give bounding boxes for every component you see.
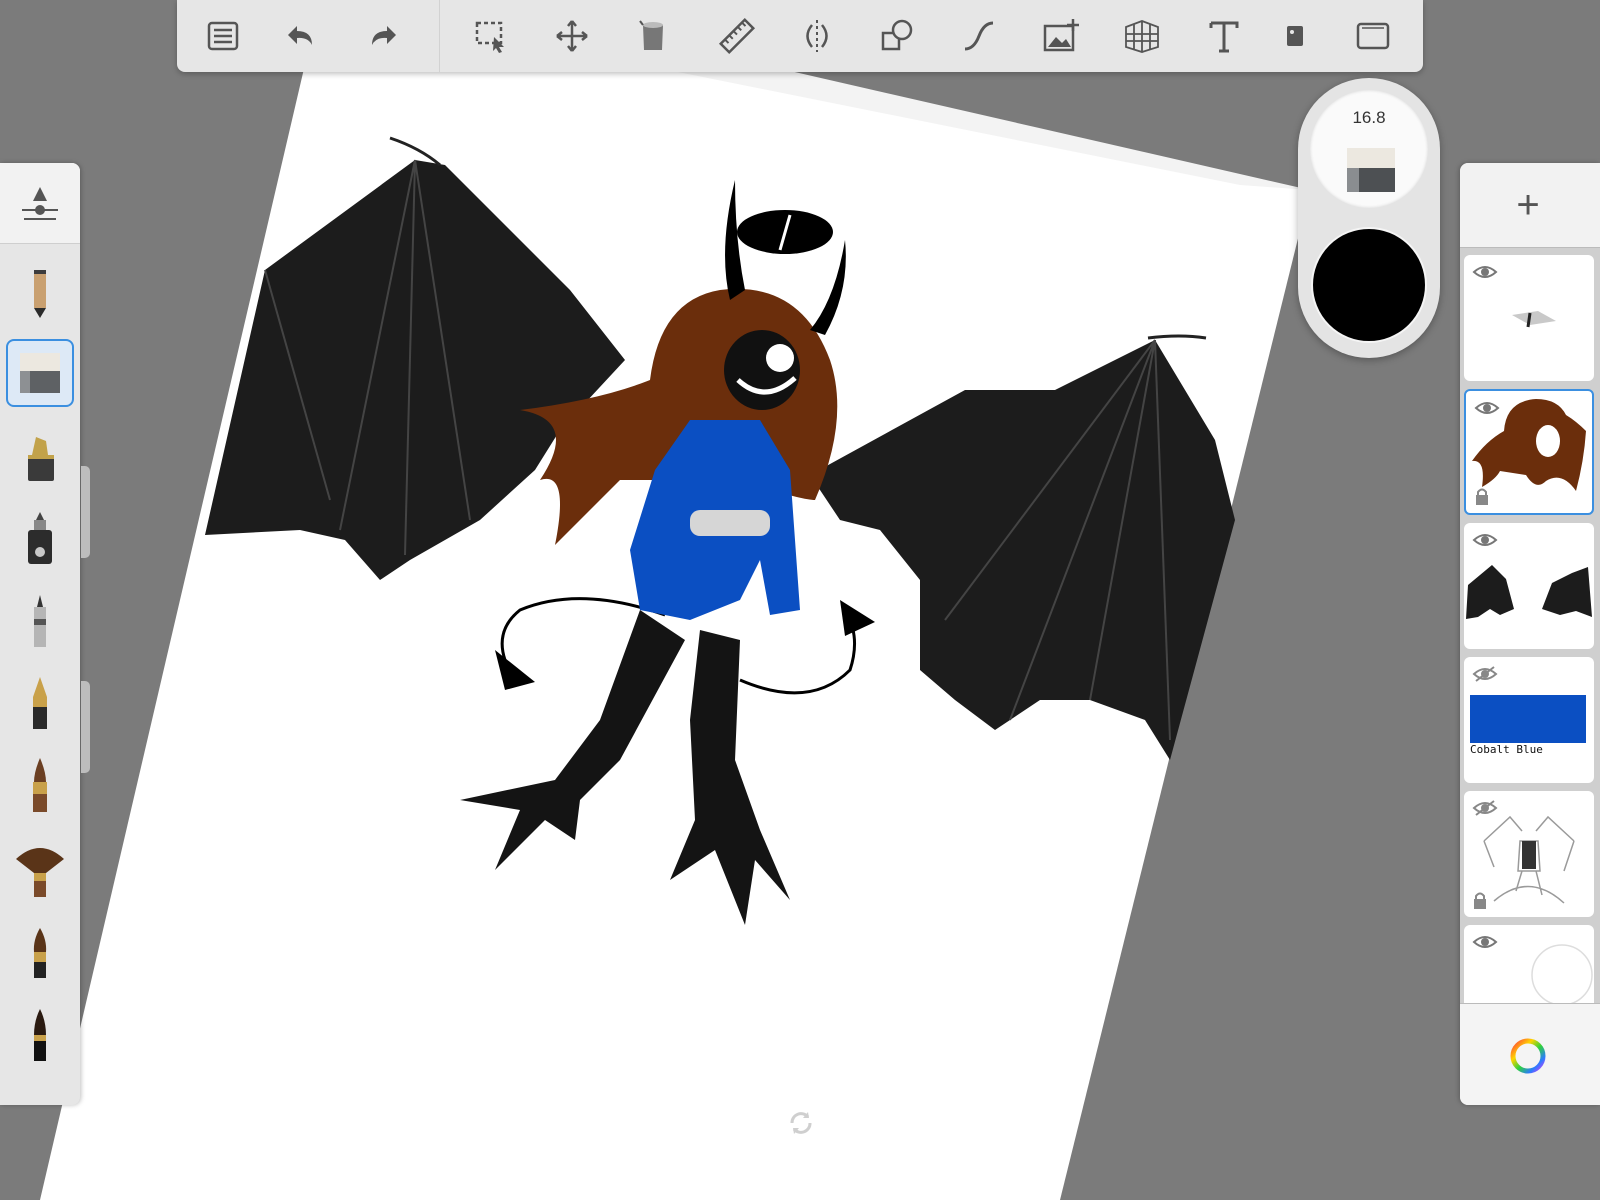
shapes-icon[interactable] [874, 12, 922, 60]
layers-panel: + Cobalt Blue [1460, 163, 1600, 1105]
ballpoint-brush-icon[interactable] [6, 587, 74, 655]
round-brush-icon[interactable] [6, 918, 74, 986]
sync-icon [790, 1112, 812, 1134]
text-icon[interactable] [1200, 12, 1248, 60]
top-toolbar [177, 0, 1423, 72]
palette-edge-handle[interactable] [81, 681, 90, 773]
color-wheel-icon[interactable] [1510, 1038, 1546, 1074]
ruler-icon[interactable] [713, 12, 761, 60]
eye-icon[interactable] [1472, 263, 1498, 281]
selection-icon[interactable] [467, 12, 515, 60]
fill-bucket-icon[interactable] [629, 12, 677, 60]
current-color-button[interactable] [1311, 227, 1427, 343]
eye-icon[interactable] [1474, 399, 1500, 417]
swatch-label: Cobalt Blue [1470, 743, 1543, 756]
eye-hidden-icon[interactable] [1472, 665, 1498, 683]
eye-icon[interactable] [1472, 933, 1498, 951]
fountain-pen-brush-icon[interactable] [6, 669, 74, 737]
fan-brush-icon[interactable] [6, 835, 74, 903]
pencil-brush-icon[interactable] [6, 256, 74, 324]
brush-properties-button[interactable] [0, 163, 80, 244]
lock-icon [1474, 892, 1486, 909]
redo-icon[interactable] [361, 12, 409, 60]
layer-item[interactable] [1464, 255, 1594, 381]
eye-icon[interactable] [1472, 531, 1498, 549]
add-image-icon[interactable] [1037, 12, 1085, 60]
marker-brush-icon[interactable] [6, 421, 74, 489]
layer-item[interactable] [1464, 523, 1594, 649]
stroke-curve-icon[interactable] [955, 12, 1003, 60]
brush-size-knob[interactable]: 16.8 [1310, 90, 1428, 208]
swatch-thumbnail [1470, 695, 1586, 743]
brush-palette [0, 163, 80, 1105]
perspective-grid-icon[interactable] [1118, 12, 1166, 60]
symmetry-icon[interactable] [793, 12, 841, 60]
brush-puck: 16.8 [1298, 78, 1440, 358]
layer-item[interactable] [1464, 791, 1594, 917]
airbrush-brush-icon[interactable] [6, 504, 74, 572]
palette-edge-handle[interactable] [81, 466, 90, 558]
flipbook-icon[interactable] [1271, 12, 1319, 60]
ink-brush-icon[interactable] [6, 1001, 74, 1069]
lock-icon [1476, 488, 1488, 505]
paint-brush-icon[interactable] [6, 752, 74, 820]
undo-icon[interactable] [275, 12, 323, 60]
layer-item[interactable]: Cobalt Blue [1464, 657, 1594, 783]
eye-hidden-icon[interactable] [1472, 799, 1498, 817]
list-icon[interactable] [199, 12, 247, 60]
eraser-preview-icon [1347, 148, 1395, 192]
eraser-brush-icon[interactable] [6, 339, 74, 407]
add-layer-button[interactable]: + [1500, 177, 1556, 233]
fullscreen-icon[interactable] [1349, 12, 1397, 60]
transform-move-icon[interactable] [548, 12, 596, 60]
layer-item-active[interactable] [1464, 389, 1594, 515]
